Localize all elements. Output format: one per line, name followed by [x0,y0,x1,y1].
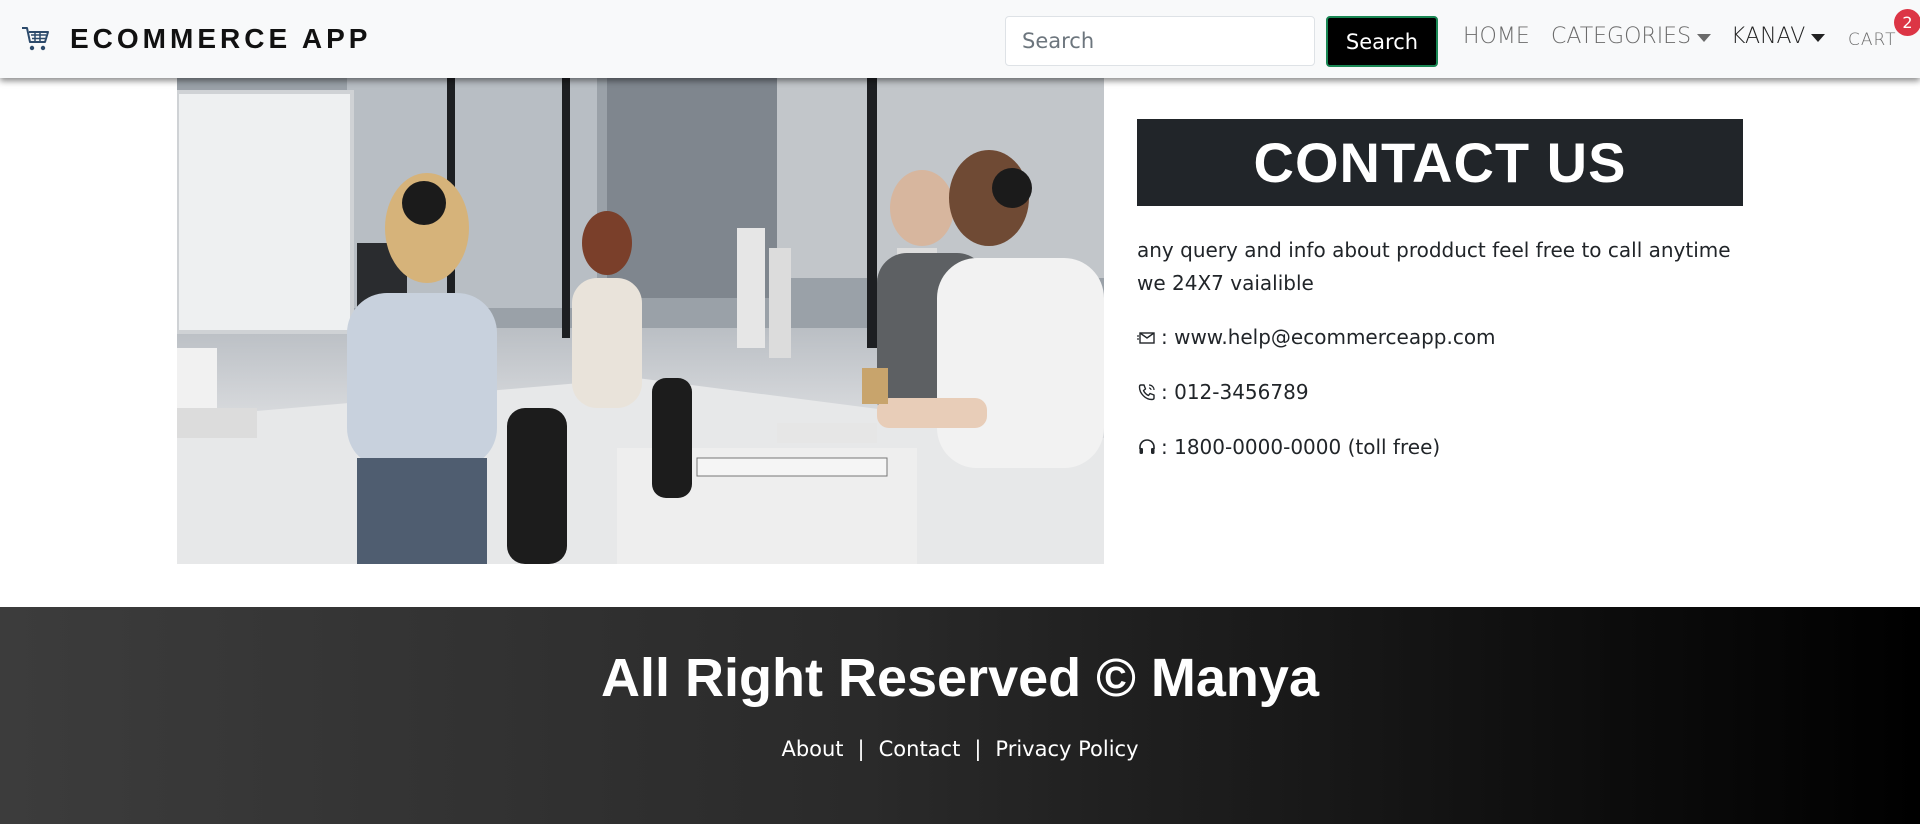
footer: All Right Reserved © Manya About | Conta… [0,607,1920,824]
contact-image [177,78,1104,564]
contact-support-text: : 1800-0000-0000 (toll free) [1161,435,1441,459]
caret-down-icon [1697,33,1712,42]
footer-contact-link[interactable]: Contact [879,737,961,761]
footer-privacy-link[interactable]: Privacy Policy [995,737,1138,761]
mail-icon [1137,327,1157,347]
contact-description: any query and info about prodduct feel f… [1137,238,1731,295]
footer-about-link[interactable]: About [781,737,843,761]
brand-name: ECOMMERCE APP [70,23,372,54]
navbar: ECOMMERCE APP Search HOME CATEGORIES KAN… [0,0,1920,78]
search-button[interactable]: Search [1326,16,1438,67]
nav-categories-dropdown[interactable]: CATEGORIES [1551,24,1712,49]
contact-support-line: : 1800-0000-0000 (toll free) [1137,435,1440,459]
cart-count-badge: 2 [1894,9,1920,36]
contact-phone-text: : 012-3456789 [1161,380,1309,404]
footer-copyright: All Right Reserved © Manya [601,648,1319,708]
call-center-photo [177,78,1104,564]
brand-link[interactable]: ECOMMERCE APP [20,20,371,58]
contact-title: CONTACT US [1253,131,1627,194]
contact-title-box: CONTACT US [1137,119,1743,206]
phone-icon [1137,382,1157,402]
contact-phone-line: : 012-3456789 [1137,380,1309,404]
nav-user-dropdown[interactable]: KANAV [1731,24,1826,49]
headset-icon [1137,437,1157,457]
search-input[interactable] [1005,16,1315,66]
nav-categories-label: CATEGORIES [1551,24,1692,49]
nav-cart-link[interactable]: CART [1848,30,1896,50]
footer-links: About | Contact | Privacy Policy [0,737,1920,761]
footer-separator: | [974,737,982,761]
shopping-cart-icon [22,27,49,51]
nav-user-label: KANAV [1731,24,1806,49]
contact-email-text: : www.help@ecommerceapp.com [1161,325,1496,349]
contact-email-line: : www.help@ecommerceapp.com [1137,325,1496,349]
caret-down-icon [1811,33,1826,42]
footer-separator: | [857,737,865,761]
nav-home-link[interactable]: HOME [1463,24,1530,49]
